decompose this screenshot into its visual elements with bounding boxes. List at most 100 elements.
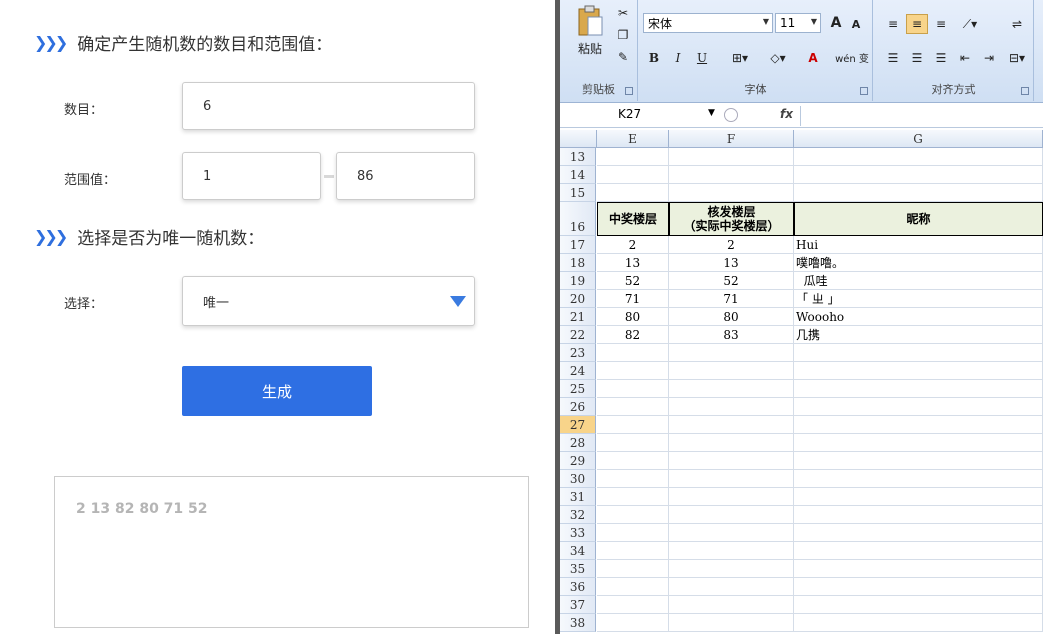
- cell[interactable]: 71: [669, 290, 794, 308]
- row-header[interactable]: 19: [560, 272, 596, 290]
- cell[interactable]: 几携: [794, 326, 1043, 344]
- cell[interactable]: 瓜哇: [794, 272, 1043, 290]
- cell[interactable]: [794, 524, 1043, 542]
- bold-button[interactable]: B: [645, 48, 663, 68]
- column-header-e[interactable]: E: [597, 130, 669, 148]
- phonetic-button[interactable]: wén 变: [835, 46, 869, 68]
- cell[interactable]: 2: [669, 236, 794, 254]
- cell[interactable]: [597, 434, 669, 452]
- range-min-input[interactable]: 1: [182, 152, 321, 200]
- cell[interactable]: [669, 380, 794, 398]
- font-color-button[interactable]: A: [799, 48, 827, 68]
- row-header[interactable]: 38: [560, 614, 596, 632]
- row-header[interactable]: 29: [560, 452, 596, 470]
- cell[interactable]: 82: [597, 326, 669, 344]
- cell[interactable]: [794, 166, 1043, 184]
- clipboard-dialog-launcher-icon[interactable]: [625, 87, 633, 95]
- cell[interactable]: [669, 398, 794, 416]
- row-header[interactable]: 36: [560, 578, 596, 596]
- copy-icon[interactable]: ❐: [614, 26, 632, 44]
- cell[interactable]: [597, 452, 669, 470]
- cell[interactable]: [794, 506, 1043, 524]
- cell[interactable]: [597, 184, 669, 202]
- format-painter-icon[interactable]: ✎: [614, 48, 632, 66]
- cell[interactable]: [794, 488, 1043, 506]
- cell[interactable]: [794, 434, 1043, 452]
- orientation-icon[interactable]: ⟋▾: [956, 14, 984, 34]
- font-dialog-launcher-icon[interactable]: [860, 87, 868, 95]
- row-header[interactable]: 26: [560, 398, 596, 416]
- row-header[interactable]: 21: [560, 308, 596, 326]
- merge-center-icon[interactable]: ⊟▾: [1004, 48, 1030, 68]
- cell[interactable]: Woooho: [794, 308, 1043, 326]
- cell[interactable]: [669, 470, 794, 488]
- cell[interactable]: [794, 452, 1043, 470]
- cell[interactable]: [597, 398, 669, 416]
- generate-button[interactable]: 生成: [182, 366, 372, 416]
- cell[interactable]: [794, 362, 1043, 380]
- alignment-dialog-launcher-icon[interactable]: [1021, 87, 1029, 95]
- row-header[interactable]: 17: [560, 236, 596, 254]
- cell[interactable]: [669, 344, 794, 362]
- align-left-icon[interactable]: ☰: [882, 48, 904, 68]
- cell[interactable]: [669, 434, 794, 452]
- row-header[interactable]: 14: [560, 166, 596, 184]
- increase-indent-icon[interactable]: ⇥: [978, 48, 1000, 68]
- row-header[interactable]: 34: [560, 542, 596, 560]
- cell[interactable]: [597, 596, 669, 614]
- row-header[interactable]: 22: [560, 326, 596, 344]
- cell[interactable]: [669, 524, 794, 542]
- decrease-indent-icon[interactable]: ⇤: [954, 48, 976, 68]
- cell[interactable]: [669, 362, 794, 380]
- row-header[interactable]: 24: [560, 362, 596, 380]
- italic-button[interactable]: I: [669, 48, 687, 68]
- cell[interactable]: 13: [669, 254, 794, 272]
- row-header[interactable]: 30: [560, 470, 596, 488]
- grow-font-button[interactable]: A: [827, 13, 845, 33]
- cell[interactable]: [794, 398, 1043, 416]
- header-cell[interactable]: 核发楼层 （实际中奖楼层）: [669, 202, 794, 236]
- cell[interactable]: [794, 614, 1043, 632]
- cell[interactable]: [597, 380, 669, 398]
- header-cell[interactable]: 昵称: [794, 202, 1043, 236]
- name-box-dropdown-icon[interactable]: ▼: [708, 108, 715, 118]
- cell[interactable]: [669, 452, 794, 470]
- cell[interactable]: [597, 560, 669, 578]
- shrink-font-button[interactable]: A: [847, 15, 865, 33]
- cell[interactable]: 噗噜噜。: [794, 254, 1043, 272]
- row-header[interactable]: 28: [560, 434, 596, 452]
- align-center-icon[interactable]: ☰: [906, 48, 928, 68]
- cell[interactable]: [669, 578, 794, 596]
- cell[interactable]: [794, 470, 1043, 488]
- cell[interactable]: [597, 524, 669, 542]
- cell[interactable]: [669, 542, 794, 560]
- cell[interactable]: [669, 166, 794, 184]
- align-top-icon[interactable]: ≡: [882, 14, 904, 34]
- row-header[interactable]: 23: [560, 344, 596, 362]
- cell[interactable]: 80: [669, 308, 794, 326]
- paste-button[interactable]: [574, 4, 606, 40]
- cell[interactable]: [669, 506, 794, 524]
- cell[interactable]: [794, 344, 1043, 362]
- row-header[interactable]: 13: [560, 148, 596, 166]
- fx-icon[interactable]: fx: [780, 107, 793, 121]
- formula-input[interactable]: [800, 106, 1043, 126]
- row-header[interactable]: 25: [560, 380, 596, 398]
- border-icon[interactable]: ⊞▾: [725, 48, 755, 68]
- cell[interactable]: [597, 148, 669, 166]
- row-header[interactable]: 18: [560, 254, 596, 272]
- cell[interactable]: 80: [597, 308, 669, 326]
- cell[interactable]: 52: [597, 272, 669, 290]
- range-max-input[interactable]: 86: [336, 152, 475, 200]
- cut-icon[interactable]: ✂: [614, 4, 632, 22]
- column-header-f[interactable]: F: [669, 130, 794, 148]
- row-header[interactable]: 35: [560, 560, 596, 578]
- cell[interactable]: [597, 506, 669, 524]
- cell[interactable]: [669, 416, 794, 434]
- unique-select[interactable]: 唯一: [182, 276, 475, 326]
- cell[interactable]: [794, 148, 1043, 166]
- cell[interactable]: [794, 542, 1043, 560]
- row-header[interactable]: 16: [560, 202, 596, 236]
- cell[interactable]: [794, 184, 1043, 202]
- row-header[interactable]: 37: [560, 596, 596, 614]
